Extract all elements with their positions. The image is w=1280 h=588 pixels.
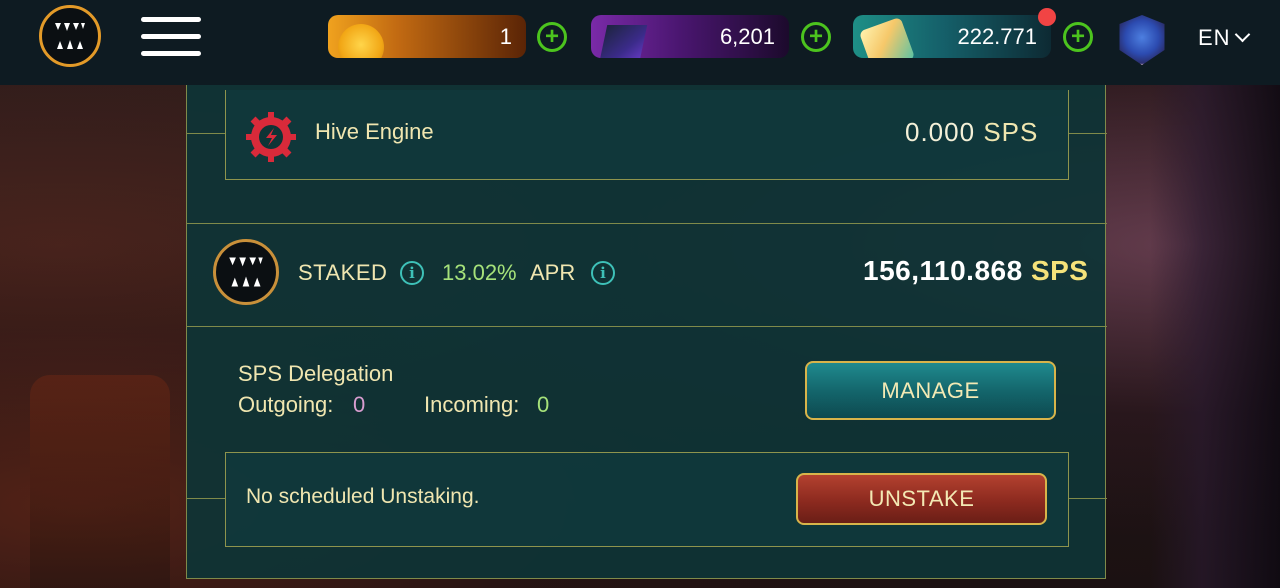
coin-icon [338, 24, 384, 58]
background-tree [1150, 85, 1280, 588]
fangs-icon [55, 23, 85, 49]
divider [187, 326, 1107, 327]
language-label: EN [1198, 25, 1231, 50]
shard-value: 222.771 [957, 24, 1037, 49]
hive-engine-amount: 0.000 [905, 117, 976, 147]
unstake-button[interactable]: UNSTAKE [796, 473, 1047, 525]
incoming-label: Incoming: [424, 392, 520, 417]
apr-label: APR [530, 260, 576, 285]
sps-panel: Hive Engine 0.000 SPS STAKED i 13.02% AP… [186, 85, 1107, 579]
staked-balance: 156,110.868 SPS [863, 255, 1088, 287]
fangs-icon [229, 257, 263, 287]
hive-engine-balance: 0.000 SPS [905, 117, 1038, 148]
hive-engine-unit: SPS [983, 117, 1039, 147]
staked-info-icon[interactable]: i [400, 261, 424, 285]
profile-avatar[interactable] [1119, 15, 1165, 65]
divider [187, 498, 225, 499]
hive-engine-label: Hive Engine [315, 119, 434, 144]
notification-dot [1038, 8, 1056, 26]
staked-amount: 156,110.868 [863, 255, 1023, 286]
divider [1069, 133, 1107, 134]
top-bar: 1 + 6,201 + 222.771 + EN [0, 0, 1280, 85]
gold-currency[interactable]: 1 [328, 15, 526, 58]
apr-info-icon[interactable]: i [591, 261, 615, 285]
incoming-value: 0 [537, 392, 550, 417]
shard-icon [858, 16, 916, 58]
gold-value: 1 [499, 24, 512, 49]
unstaking-status: No scheduled Unstaking. [246, 485, 480, 508]
crystal-currency[interactable]: 6,201 [591, 15, 789, 58]
add-gold-button[interactable]: + [537, 22, 567, 52]
outgoing-label: Outgoing: [238, 392, 334, 417]
staked-label: STAKED [298, 260, 388, 285]
add-shard-button[interactable]: + [1063, 22, 1093, 52]
staked-unit: SPS [1030, 255, 1089, 286]
manage-button[interactable]: MANAGE [805, 361, 1056, 420]
language-selector[interactable]: EN [1198, 25, 1250, 51]
add-crystal-button[interactable]: + [801, 22, 831, 52]
menu-icon[interactable] [141, 17, 201, 57]
hive-engine-icon [246, 112, 296, 162]
crystal-value: 6,201 [719, 24, 775, 49]
crystal-icon [598, 25, 648, 58]
staked-logo [213, 239, 279, 305]
background-arch [30, 375, 170, 588]
delegation-title: SPS Delegation [238, 361, 394, 386]
shard-currency[interactable]: 222.771 [853, 15, 1051, 58]
divider [187, 223, 1107, 224]
divider [1069, 498, 1107, 499]
divider [187, 133, 225, 134]
outgoing-value: 0 [353, 392, 366, 417]
chevron-down-icon [1234, 26, 1250, 43]
apr-percent: 13.02% [442, 260, 517, 285]
splinterlands-logo[interactable] [39, 5, 101, 67]
